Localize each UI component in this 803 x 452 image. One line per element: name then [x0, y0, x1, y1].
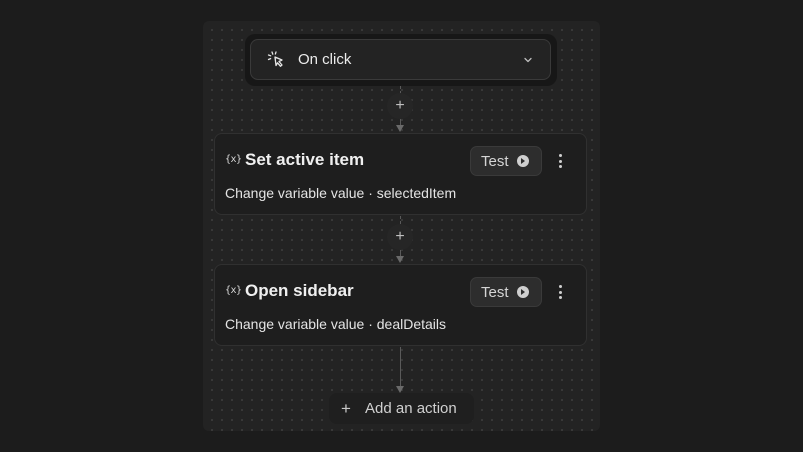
- chevron-down-icon[interactable]: [522, 53, 534, 65]
- action-subtitle: Change variable value · selectedItem: [225, 185, 457, 201]
- variable-icon: {x}: [225, 285, 242, 296]
- arrow-down-icon: [396, 256, 404, 263]
- action-card[interactable]: {x} Open sidebar Change variable value ·…: [214, 264, 587, 346]
- trigger-select[interactable]: On click: [250, 39, 551, 80]
- play-icon: [516, 155, 529, 167]
- variable-icon: {x}: [225, 154, 242, 165]
- play-icon: [516, 286, 529, 298]
- test-button[interactable]: Test: [470, 146, 542, 176]
- plus-icon: +: [395, 97, 405, 114]
- more-options-icon[interactable]: [554, 283, 566, 301]
- insert-step-button[interactable]: +: [387, 93, 413, 119]
- arrow-down-icon: [396, 386, 404, 393]
- test-button-label: Test: [481, 152, 509, 170]
- action-card[interactable]: {x} Set active item Change variable valu…: [214, 133, 587, 215]
- click-cursor-icon: [267, 50, 287, 70]
- insert-step-button[interactable]: +: [387, 224, 413, 250]
- action-subtitle: Change variable value · dealDetails: [225, 316, 447, 332]
- add-action-button[interactable]: + Add an action: [329, 393, 474, 424]
- action-title: Set active item: [245, 150, 365, 169]
- arrow-down-icon: [396, 125, 404, 132]
- test-button[interactable]: Test: [470, 277, 542, 307]
- connector-line: [400, 216, 401, 224]
- plus-icon: +: [395, 228, 405, 245]
- add-action-label: Add an action: [365, 400, 457, 417]
- action-title: Open sidebar: [245, 281, 354, 300]
- plus-icon: +: [341, 398, 351, 418]
- test-button-label: Test: [481, 283, 509, 301]
- more-options-icon[interactable]: [554, 152, 566, 170]
- trigger-label: On click: [298, 51, 352, 68]
- connector-line: [400, 347, 401, 387]
